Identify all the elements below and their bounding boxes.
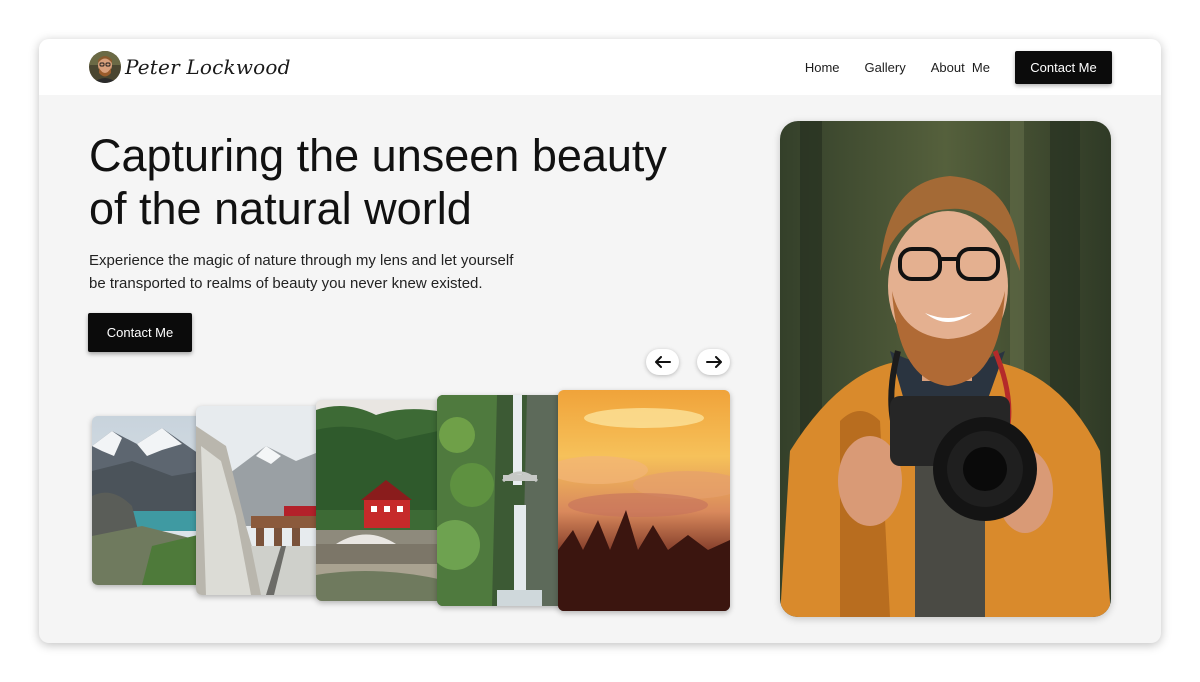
nav-home[interactable]: Home <box>805 60 840 75</box>
hero-contact-button[interactable]: Contact Me <box>88 313 192 352</box>
railway-viaduct-image <box>196 406 321 595</box>
carousel-next-button[interactable] <box>697 349 730 375</box>
main-nav: Home Gallery About Me Contact Me <box>805 51 1112 84</box>
nav-about-me[interactable]: About Me <box>931 60 990 75</box>
hero-subtext: Experience the magic of nature through m… <box>89 252 514 292</box>
mountain-lake-image <box>92 416 202 585</box>
photo-card-waterfall[interactable] <box>437 395 564 606</box>
photo-card-sunset[interactable] <box>558 390 730 611</box>
landing-page: Peter Lockwood Home Gallery About Me Con… <box>39 39 1161 643</box>
top-navigation-bar: Peter Lockwood Home Gallery About Me Con… <box>39 39 1161 95</box>
hero-headline: Capturing the unseen beauty of the natur… <box>89 130 667 234</box>
red-house-image <box>316 400 443 601</box>
sunset-clouds-image <box>558 390 730 611</box>
photo-card-mountain[interactable] <box>92 416 202 585</box>
avatar <box>89 51 121 83</box>
nav-contact-button[interactable]: Contact Me <box>1015 51 1112 84</box>
photo-card-railway[interactable] <box>196 406 321 595</box>
waterfall-image <box>437 395 564 606</box>
arrow-right-icon <box>705 356 722 368</box>
arrow-left-icon <box>654 356 671 368</box>
brand[interactable]: Peter Lockwood <box>89 51 291 83</box>
carousel-prev-button[interactable] <box>646 349 679 375</box>
nav-gallery[interactable]: Gallery <box>865 60 906 75</box>
photographer-portrait <box>780 121 1111 617</box>
photo-card-red-house[interactable] <box>316 400 443 601</box>
portrait-image <box>780 121 1111 617</box>
brand-name: Peter Lockwood <box>125 55 291 79</box>
